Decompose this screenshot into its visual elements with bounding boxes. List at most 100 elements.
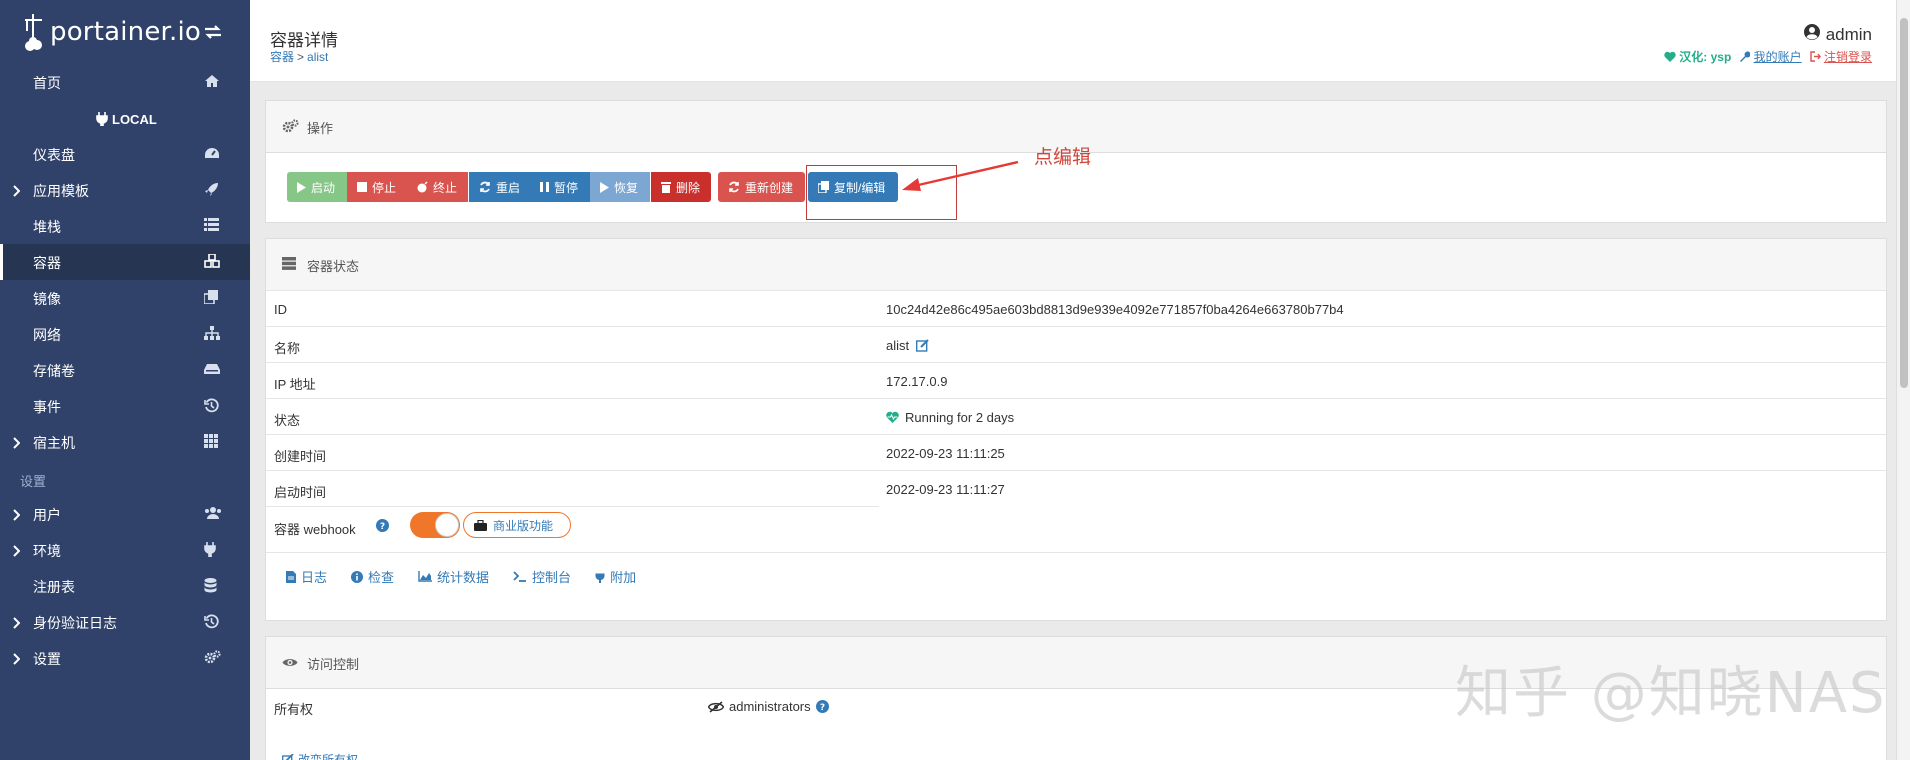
business-feature-badge[interactable]: 商业版功能 <box>463 512 571 538</box>
row-key: 启动时间 <box>274 485 327 500</box>
change-ownership-link[interactable]: 改变所有权 <box>282 751 358 760</box>
my-account-text[interactable]: 我的账户 <box>1754 50 1802 64</box>
rocket-icon <box>204 182 219 202</box>
sidebar-item-dashboard[interactable]: 仪表盘 <box>0 136 250 172</box>
eye-icon <box>282 655 298 673</box>
hdd-icon <box>204 362 220 380</box>
webhook-toggle[interactable] <box>410 512 460 538</box>
chevron-right-icon <box>12 544 21 562</box>
resume-button[interactable]: 恢复 <box>590 172 650 202</box>
sidebar-item-home[interactable]: 首页 <box>0 64 250 100</box>
row-key: 创建时间 <box>274 449 327 464</box>
sidebar-item-events[interactable]: 事件 <box>0 388 250 424</box>
briefcase-icon <box>474 519 487 531</box>
start-button[interactable]: 启动 <box>287 172 347 202</box>
tab-console[interactable]: 控制台 <box>513 567 571 586</box>
server-icon <box>282 257 296 275</box>
edit-icon[interactable] <box>915 339 929 352</box>
sidebar: portainer.io 首页 LOCAL 仪表盘 应用模板 堆栈 容器 镜像 … <box>0 0 250 760</box>
play-icon <box>600 181 609 193</box>
sidebar-item-users[interactable]: 用户 <box>0 496 250 532</box>
sidebar-item-label: 用户 <box>33 507 61 523</box>
status-row-name: 名称 alist <box>266 326 1886 362</box>
recreate-button[interactable]: 重新创建 <box>718 172 805 202</box>
cogs-icon <box>282 119 300 138</box>
breadcrumb-containers-link[interactable]: 容器 <box>270 50 294 64</box>
sidebar-item-environments[interactable]: 环境 <box>0 532 250 568</box>
sidebar-item-containers[interactable]: 容器 <box>0 244 250 280</box>
sidebar-item-label: 环境 <box>33 543 61 559</box>
sidebar-item-host[interactable]: 宿主机 <box>0 424 250 460</box>
play-icon <box>297 181 306 193</box>
tab-inspect-label: 检查 <box>368 570 395 585</box>
sidebar-item-label: 事件 <box>33 399 61 415</box>
sidebar-item-label: 容器 <box>33 255 61 271</box>
sidebar-item-label: 应用模板 <box>33 183 89 199</box>
exchange-icon[interactable] <box>204 24 222 45</box>
bomb-icon <box>417 181 428 193</box>
sidebar-item-volumes[interactable]: 存储卷 <box>0 352 250 388</box>
tab-attach[interactable]: 附加 <box>595 567 636 586</box>
tab-console-label: 控制台 <box>532 570 572 585</box>
status-row-state: 状态 Running for 2 days <box>266 398 1886 434</box>
kill-label: 终止 <box>433 180 458 195</box>
endpoint-name: LOCAL <box>112 112 157 127</box>
ownership-label: 所有权 <box>274 702 314 717</box>
sidebar-item-app-templates[interactable]: 应用模板 <box>0 172 250 208</box>
logout-link[interactable]: 注销登录 <box>1809 48 1872 65</box>
row-value: 2022-09-23 11:11:27 <box>886 482 1005 497</box>
area-chart-icon <box>418 571 433 582</box>
logout-text[interactable]: 注销登录 <box>1824 50 1872 64</box>
history-icon <box>204 614 219 634</box>
row-value: alist <box>886 338 929 353</box>
remove-label: 删除 <box>676 180 701 195</box>
sidebar-item-auth-logs[interactable]: 身份验证日志 <box>0 604 250 640</box>
sidebar-item-label: 宿主机 <box>33 435 75 451</box>
divider <box>266 552 1886 553</box>
portainer-logo[interactable]: portainer.io <box>22 12 201 52</box>
status-row-id: ID 10c24d42e86c495ae603bd8813d9e939e4092… <box>266 290 1886 326</box>
sidebar-item-images[interactable]: 镜像 <box>0 280 250 316</box>
scrollbar-thumb[interactable] <box>1900 18 1908 388</box>
kill-button[interactable]: 终止 <box>407 172 468 202</box>
sidebar-item-label: 堆栈 <box>33 219 61 235</box>
status-title: 容器状态 <box>307 259 360 274</box>
tab-logs[interactable]: 日志 <box>286 567 327 586</box>
tab-inspect[interactable]: 检查 <box>351 567 394 586</box>
tab-logs-label: 日志 <box>301 570 328 585</box>
wrench-icon <box>1740 51 1751 62</box>
restart-button[interactable]: 重启 <box>469 172 530 202</box>
chevron-right-icon <box>12 616 21 634</box>
status-row-started: 启动时间 2022-09-23 11:11:27 <box>266 470 1886 506</box>
grid-icon <box>204 434 218 453</box>
edit-icon <box>282 753 294 760</box>
question-circle-icon[interactable]: ? <box>376 519 389 532</box>
tab-stats[interactable]: 统计数据 <box>418 567 489 586</box>
ownership-team: administrators <box>729 699 811 714</box>
pause-label: 暂停 <box>554 180 579 195</box>
sidebar-item-registries[interactable]: 注册表 <box>0 568 250 604</box>
my-account-link[interactable]: 我的账户 <box>1739 48 1802 65</box>
row-value: 2022-09-23 11:11:25 <box>886 446 1005 461</box>
question-circle-icon[interactable]: ? <box>815 700 829 713</box>
remove-button[interactable]: 删除 <box>651 172 711 202</box>
breadcrumb-current[interactable]: alist <box>307 50 328 64</box>
actions-title: 操作 <box>307 121 334 136</box>
row-value: 10c24d42e86c495ae603bd8813d9e939e4092e77… <box>886 302 1344 317</box>
breadcrumb: 容器 > alist <box>270 48 328 65</box>
pause-button[interactable]: 暂停 <box>530 172 590 202</box>
svg-text:?: ? <box>380 522 385 532</box>
page-scrollbar[interactable] <box>1896 0 1910 760</box>
sidebar-item-networks[interactable]: 网络 <box>0 316 250 352</box>
sidebar-item-settings[interactable]: 设置 <box>0 640 250 676</box>
annotation-text: 点编辑 <box>1034 147 1092 168</box>
stop-button[interactable]: 停止 <box>347 172 407 202</box>
recreate-label: 重新创建 <box>745 180 794 195</box>
chevron-right-icon <box>12 652 21 670</box>
trash-icon <box>661 182 671 193</box>
list-icon <box>204 218 219 236</box>
info-circle-icon <box>351 570 364 583</box>
status-panel-header: 容器状态 <box>266 239 1886 291</box>
sidebar-item-stacks[interactable]: 堆栈 <box>0 208 250 244</box>
row-value: 172.17.0.9 <box>886 374 948 389</box>
